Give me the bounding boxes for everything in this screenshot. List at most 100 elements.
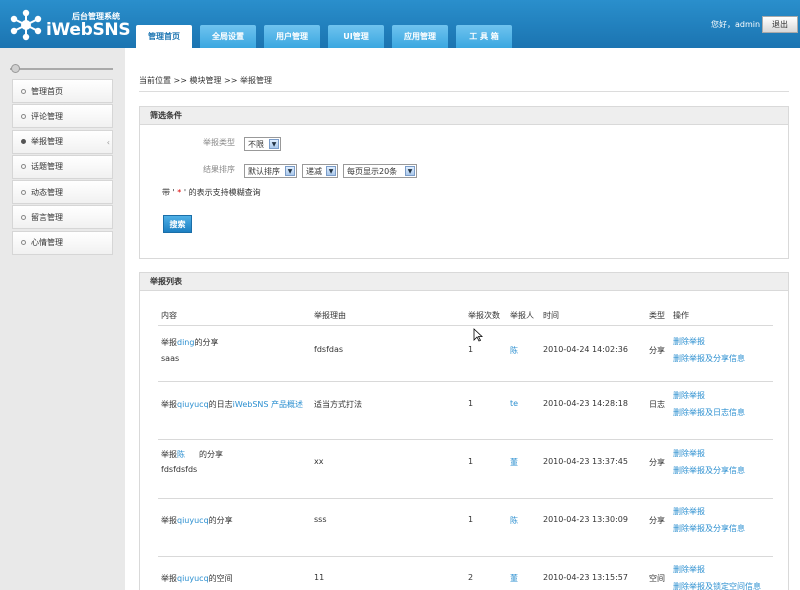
row-content: 举报qiuyucq的分享	[161, 515, 233, 526]
row-reporter[interactable]: 董	[510, 573, 518, 584]
row-reporter[interactable]: 董	[510, 457, 518, 468]
bullet-icon	[21, 113, 26, 119]
delete-report-and-item-link[interactable]: 删除举报及分享信息	[673, 465, 745, 476]
sidebar-item-label: 举报管理	[31, 137, 63, 147]
delete-report-and-lock-space-link[interactable]: 删除举报及锁定空间信息	[673, 581, 761, 590]
delete-report-link[interactable]: 删除举报	[673, 564, 705, 575]
note-star: *	[174, 188, 184, 197]
sidebar-item-home[interactable]: 管理首页	[12, 79, 113, 103]
sidebar-item-comments[interactable]: 评论管理	[12, 104, 113, 129]
sidebar-item-reports[interactable]: 举报管理 ‹	[12, 129, 113, 154]
content-prefix: 举报	[161, 400, 177, 409]
user-link[interactable]: qiuyucq	[177, 516, 209, 525]
col-header-count: 举报次数	[468, 311, 500, 320]
content-kind: 的分享	[199, 450, 223, 459]
fuzzy-search-note: 带 ' * ' 的表示支持模糊查询	[162, 187, 261, 198]
row-type: 分享	[649, 346, 665, 355]
people-network-icon	[10, 9, 42, 41]
row-divider	[158, 439, 773, 440]
row-time: 2010-04-23 14:28:18	[543, 399, 628, 408]
row-content: 举报陈 的分享	[161, 449, 223, 460]
dropdown-arrow-icon: ▼	[326, 166, 336, 176]
sidebar-item-feeds[interactable]: 动态管理	[12, 180, 113, 205]
report-type-value: 不限	[248, 139, 264, 149]
sidebar-item-moods[interactable]: 心情管理	[12, 230, 113, 255]
row-divider	[158, 498, 773, 499]
logo-title: iWebSNS	[46, 20, 131, 40]
row-reporter[interactable]: 陈	[510, 515, 518, 526]
order-select[interactable]: 递减 ▼	[302, 164, 338, 178]
logo[interactable]: 后台管理系统 iWebSNS	[10, 7, 131, 43]
breadcrumb: 当前位置 >> 模块管理 >> 举报管理	[139, 76, 272, 85]
page-size-select[interactable]: 每页显示20条 ▼	[343, 164, 417, 178]
chevron-left-icon: ‹	[106, 137, 110, 147]
row-type: 分享	[649, 516, 665, 525]
user-link[interactable]: qiuyucq	[177, 574, 209, 583]
tab-global-settings[interactable]: 全局设置	[200, 25, 256, 48]
sidebar-item-topics[interactable]: 话题管理	[12, 154, 113, 179]
slider-handle[interactable]	[11, 64, 20, 73]
tab-toolbox[interactable]: 工 具 箱	[456, 25, 512, 48]
report-type-select[interactable]: 不限 ▼	[244, 137, 281, 151]
bullet-icon	[21, 139, 26, 145]
row-divider	[158, 556, 773, 557]
delete-report-and-item-link[interactable]: 删除举报及分享信息	[673, 353, 745, 364]
user-link[interactable]: ding	[177, 338, 194, 347]
col-header-content: 内容	[161, 311, 177, 320]
tab-app-management[interactable]: 应用管理	[392, 25, 448, 48]
sidebar-menu: 管理首页 评论管理 举报管理 ‹ 话题管理 动态管理 留言管理 心情管理	[12, 79, 113, 256]
col-header-type: 类型	[649, 311, 665, 320]
order-value: 递减	[306, 166, 322, 176]
bullet-icon	[21, 214, 26, 220]
dropdown-arrow-icon: ▼	[269, 139, 279, 149]
tab-user-management[interactable]: 用户管理	[264, 25, 320, 48]
top-header: 后台管理系统 iWebSNS 管理首页 全局设置 用户管理 UI管理 应用管理 …	[0, 0, 800, 48]
delete-report-link[interactable]: 删除举报	[673, 448, 705, 459]
row-count: 1	[468, 399, 474, 408]
col-header-reporter: 举报人	[510, 311, 534, 320]
delete-report-link[interactable]: 删除举报	[673, 336, 705, 347]
col-header-time: 时间	[543, 311, 559, 320]
mouse-pointer-icon	[473, 328, 483, 342]
sidebar-item-label: 评论管理	[31, 111, 63, 121]
row-reporter[interactable]: 陈	[510, 345, 518, 356]
delete-report-link[interactable]: 删除举报	[673, 506, 705, 517]
sidebar-slider[interactable]	[10, 64, 113, 73]
user-link[interactable]: qiuyucq	[177, 400, 209, 409]
row-count: 1	[468, 515, 474, 524]
item-title-link[interactable]: iWebSNS 产品概述	[233, 400, 303, 409]
row-type: 分享	[649, 458, 665, 467]
main-nav: 管理首页 全局设置 用户管理 UI管理 应用管理 工 具 箱	[136, 25, 512, 48]
row-reason: 适当方式打法	[314, 400, 362, 409]
row-reason: sss	[314, 515, 327, 524]
report-list-panel: 举报列表 内容 举报理由 举报次数 举报人 时间 类型 操作 举报ding的分享…	[139, 272, 789, 590]
dropdown-arrow-icon: ▼	[405, 166, 415, 176]
user-link[interactable]: 陈	[177, 450, 185, 459]
content-prefix: 举报	[161, 574, 177, 583]
row-content-detail: saas	[161, 354, 180, 363]
row-time: 2010-04-23 13:30:09	[543, 515, 628, 524]
tab-home[interactable]: 管理首页	[136, 25, 192, 48]
row-type: 日志	[649, 400, 665, 409]
row-divider	[158, 325, 773, 326]
sidebar-item-messages[interactable]: 留言管理	[12, 205, 113, 230]
divider	[139, 91, 789, 92]
report-list-title: 举报列表	[140, 273, 788, 291]
search-button[interactable]: 搜索	[163, 215, 192, 233]
row-content: 举报qiuyucq的日志iWebSNS 产品概述	[161, 399, 303, 410]
row-reason: 11	[314, 573, 325, 582]
sort-select[interactable]: 默认排序 ▼	[244, 164, 297, 178]
tab-ui-management[interactable]: UI管理	[328, 25, 384, 48]
delete-report-and-item-link[interactable]: 删除举报及日志信息	[673, 407, 745, 418]
col-header-reason: 举报理由	[314, 311, 346, 320]
note-prefix: 带 '	[162, 188, 175, 197]
dropdown-arrow-icon: ▼	[285, 166, 295, 176]
logout-button[interactable]: 退出	[762, 16, 798, 33]
row-reporter[interactable]: te	[510, 399, 518, 408]
delete-report-link[interactable]: 删除举报	[673, 390, 705, 401]
sidebar-item-label: 管理首页	[31, 86, 63, 96]
delete-report-and-item-link[interactable]: 删除举报及分享信息	[673, 523, 745, 534]
bullet-icon	[21, 189, 26, 195]
row-content-detail: fdsfdsfds	[161, 465, 198, 474]
row-reason: fdsfdas	[314, 345, 344, 354]
